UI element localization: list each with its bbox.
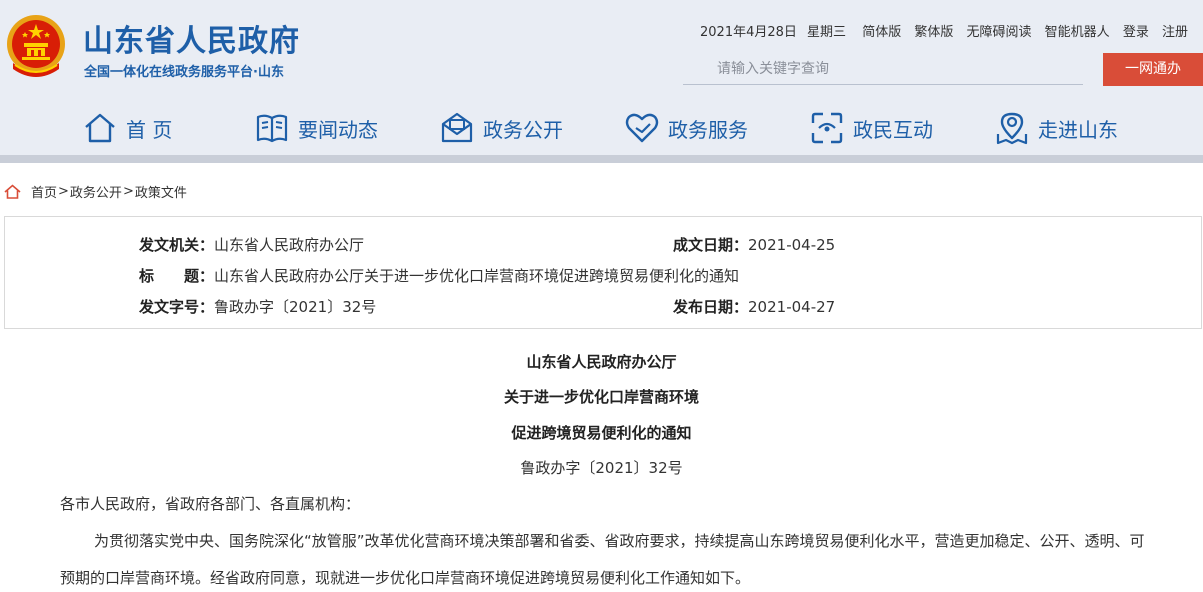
book-icon bbox=[256, 114, 288, 143]
nav-interaction[interactable]: 政民互动 bbox=[809, 104, 933, 152]
top-links: 2021年4月28日 星期三 简体版 繁体版 无障碍阅读 智能机器人 登录 注册 bbox=[700, 21, 1197, 40]
nav-explore[interactable]: 走进山东 bbox=[994, 104, 1118, 152]
nav-services-label: 政务服务 bbox=[668, 117, 748, 142]
inbox-icon bbox=[441, 112, 473, 143]
meta-written-date-value: 2021-04-25 bbox=[748, 236, 836, 254]
nav-services[interactable]: 政务服务 bbox=[624, 104, 748, 152]
nav-home-label: 首 页 bbox=[126, 117, 173, 142]
breadcrumb-separator: > bbox=[58, 184, 69, 199]
link-register[interactable]: 注册 bbox=[1162, 25, 1188, 40]
meta-title-key: 标 题： bbox=[139, 267, 215, 285]
main-nav: 首 页 要闻动态 政务公开 政务服务 政民互动 走进山东 bbox=[0, 104, 1203, 152]
document-title-line: 山东省人民政府办公厅 bbox=[526, 353, 677, 371]
breadcrumb-separator: > bbox=[122, 184, 134, 199]
location-icon bbox=[996, 112, 1028, 145]
header-divider bbox=[0, 155, 1203, 163]
meta-doc-number-value: 鲁政办字〔2021〕32号 bbox=[214, 298, 377, 316]
search-input[interactable] bbox=[683, 55, 1083, 83]
nav-news[interactable]: 要闻动态 bbox=[254, 104, 378, 152]
document-title-line: 促进跨境贸易便利化的通知 bbox=[511, 424, 692, 442]
nav-affairs-open-label: 政务公开 bbox=[483, 117, 563, 142]
link-traditional[interactable]: 繁体版 bbox=[914, 25, 953, 40]
meta-issuer-value: 山东省人民政府办公厅 bbox=[214, 236, 365, 254]
one-network-button[interactable]: 一网通办 bbox=[1103, 53, 1203, 86]
interaction-icon bbox=[811, 112, 843, 144]
heart-icon bbox=[625, 113, 659, 143]
national-emblem-icon[interactable] bbox=[5, 13, 67, 79]
meta-doc-number-key: 发文字号： bbox=[139, 298, 215, 316]
link-login[interactable]: 登录 bbox=[1123, 25, 1149, 40]
meta-written-date-key: 成文日期： bbox=[673, 236, 749, 254]
link-robot[interactable]: 智能机器人 bbox=[1045, 25, 1110, 40]
meta-publish-date: 发布日期：2021-04-27 bbox=[673, 296, 835, 317]
meta-publish-date-key: 发布日期： bbox=[673, 298, 749, 316]
document-addressee: 各市人民政府，省政府各部门、各直属机构： bbox=[60, 495, 361, 513]
document-paragraph: 为贯彻落实党中央、国务院深化“放管服”改革优化营商环境决策部署和省委、省政府要求… bbox=[60, 532, 1145, 587]
search-box bbox=[683, 55, 1083, 85]
site-subtitle[interactable]: 全国一体化在线政务服务平台·山东 bbox=[84, 61, 284, 80]
current-date: 2021年4月28日 bbox=[700, 25, 797, 40]
document-number: 鲁政办字〔2021〕32号 bbox=[520, 459, 683, 477]
breadcrumb-affairs-open[interactable]: 政务公开 bbox=[70, 182, 122, 201]
link-simplified[interactable]: 简体版 bbox=[862, 25, 901, 40]
nav-home[interactable]: 首 页 bbox=[82, 104, 172, 152]
nav-affairs-open[interactable]: 政务公开 bbox=[439, 104, 563, 152]
breadcrumb-home[interactable]: 首页 bbox=[31, 182, 57, 201]
document-title-line: 关于进一步优化口岸营商环境 bbox=[503, 388, 699, 406]
nav-news-label: 要闻动态 bbox=[298, 117, 378, 142]
link-accessibility[interactable]: 无障碍阅读 bbox=[967, 25, 1032, 40]
meta-title-value: 山东省人民政府办公厅关于进一步优化口岸营商环境促进跨境贸易便利化的通知 bbox=[214, 267, 740, 285]
nav-interaction-label: 政民互动 bbox=[853, 117, 933, 142]
document-meta-box: 发文机关：山东省人民政府办公厅 成文日期：2021-04-25 标 题：山东省人… bbox=[4, 216, 1202, 329]
site-title[interactable]: 山东省人民政府 bbox=[83, 16, 300, 60]
meta-written-date: 成文日期：2021-04-25 bbox=[673, 234, 835, 255]
breadcrumb-home-icon bbox=[4, 184, 21, 199]
meta-issuer-key: 发文机关： bbox=[139, 236, 215, 254]
meta-title: 标 题：山东省人民政府办公厅关于进一步优化口岸营商环境促进跨境贸易便利化的通知 bbox=[139, 265, 739, 286]
home-icon bbox=[85, 113, 115, 143]
meta-issuer: 发文机关：山东省人民政府办公厅 bbox=[139, 234, 364, 255]
nav-explore-label: 走进山东 bbox=[1038, 117, 1118, 142]
breadcrumb-policy-documents[interactable]: 政策文件 bbox=[135, 182, 187, 201]
current-weekday: 星期三 bbox=[807, 25, 847, 40]
meta-doc-number: 发文字号：鲁政办字〔2021〕32号 bbox=[139, 296, 376, 317]
breadcrumb: 首页 > 政务公开 > 政策文件 bbox=[4, 182, 187, 201]
meta-publish-date-value: 2021-04-27 bbox=[748, 298, 836, 316]
